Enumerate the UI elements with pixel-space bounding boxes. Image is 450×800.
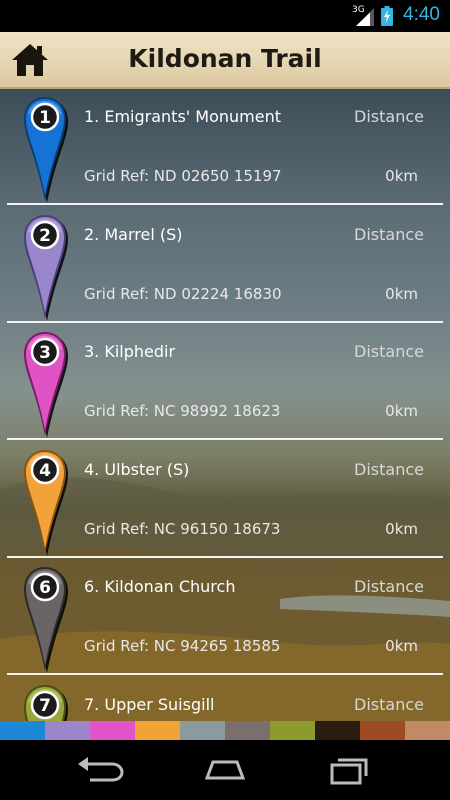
stop-name: 4. Ulbster (S) (84, 459, 190, 479)
color-strip-segment (0, 721, 45, 740)
color-strip-segment (225, 721, 270, 740)
clock: 4:40 (403, 4, 440, 25)
grid-reference: Grid Ref: ND 02224 16830 (84, 284, 282, 303)
stop-name: 2. Marrel (S) (84, 224, 183, 244)
distance-label: Distance (354, 224, 424, 244)
row-divider (7, 203, 443, 205)
grid-reference: Grid Ref: NC 98992 18623 (84, 402, 281, 420)
back-icon[interactable] (70, 754, 130, 786)
distance-value: 0km (385, 284, 418, 303)
stop-name: 3. Kilphedir (84, 342, 176, 361)
distance-value: 0km (385, 167, 418, 185)
battery-charging-icon (381, 6, 393, 26)
color-strip-segment (405, 721, 450, 740)
color-strip-segment (45, 721, 90, 740)
stop-name: 6. Kildonan Church (84, 577, 236, 596)
home-nav-icon[interactable] (195, 754, 255, 786)
distance-value: 0km (385, 519, 418, 538)
trail-stop-row[interactable]: 7 7. Upper Suisgill Distance (7, 677, 443, 721)
stop-number: 6 (39, 578, 51, 598)
stop-number: 4 (39, 460, 51, 481)
navigation-bar (0, 740, 450, 800)
status-bar: 3G 4:40 (0, 0, 450, 32)
color-strip-segment (315, 721, 360, 740)
distance-value: 0km (385, 402, 418, 420)
distance-label: Distance (354, 342, 424, 361)
grid-reference: Grid Ref: NC 96150 18673 (84, 519, 281, 538)
color-strip (0, 721, 450, 740)
trail-stop-row[interactable]: 4 4. Ulbster (S) Distance Grid Ref: NC 9… (7, 442, 443, 558)
stop-name: 7. Upper Suisgill (84, 694, 215, 714)
color-strip-segment (180, 721, 225, 740)
trail-stop-row[interactable]: 1 1. Emigrants' Monument Distance Grid R… (7, 89, 443, 205)
trail-stop-row[interactable]: 2 2. Marrel (S) Distance Grid Ref: ND 02… (7, 207, 443, 323)
signal-icon (356, 8, 374, 26)
stop-number: 3 (39, 343, 51, 363)
stop-name: 1. Emigrants' Monument (84, 107, 281, 126)
color-strip-segment (360, 721, 405, 740)
stop-number: 2 (39, 225, 51, 246)
color-strip-segment (90, 721, 135, 740)
trail-stop-list[interactable]: 1 1. Emigrants' Monument Distance Grid R… (0, 89, 450, 721)
distance-label: Distance (354, 459, 424, 479)
row-divider (7, 438, 443, 440)
row-divider (7, 320, 443, 323)
distance-label: Distance (354, 107, 424, 126)
stop-number: 7 (39, 695, 51, 716)
recent-apps-icon[interactable] (320, 754, 380, 786)
trail-stop-row[interactable]: 3 3. Kilphedir Distance Grid Ref: NC 989… (7, 324, 443, 440)
stop-number: 1 (39, 108, 51, 128)
page-title: Kildonan Trail (128, 44, 322, 73)
distance-label: Distance (354, 577, 424, 596)
trail-stop-row[interactable]: 6 6. Kildonan Church Distance Grid Ref: … (7, 559, 443, 675)
grid-reference: Grid Ref: ND 02650 15197 (84, 167, 282, 185)
color-strip-segment (135, 721, 180, 740)
grid-reference: Grid Ref: NC 94265 18585 (84, 637, 281, 655)
distance-value: 0km (385, 637, 418, 655)
app-header: Kildonan Trail (0, 32, 450, 89)
row-divider (7, 555, 443, 558)
color-strip-segment (270, 721, 315, 740)
distance-label: Distance (354, 694, 424, 714)
row-divider (7, 673, 443, 675)
